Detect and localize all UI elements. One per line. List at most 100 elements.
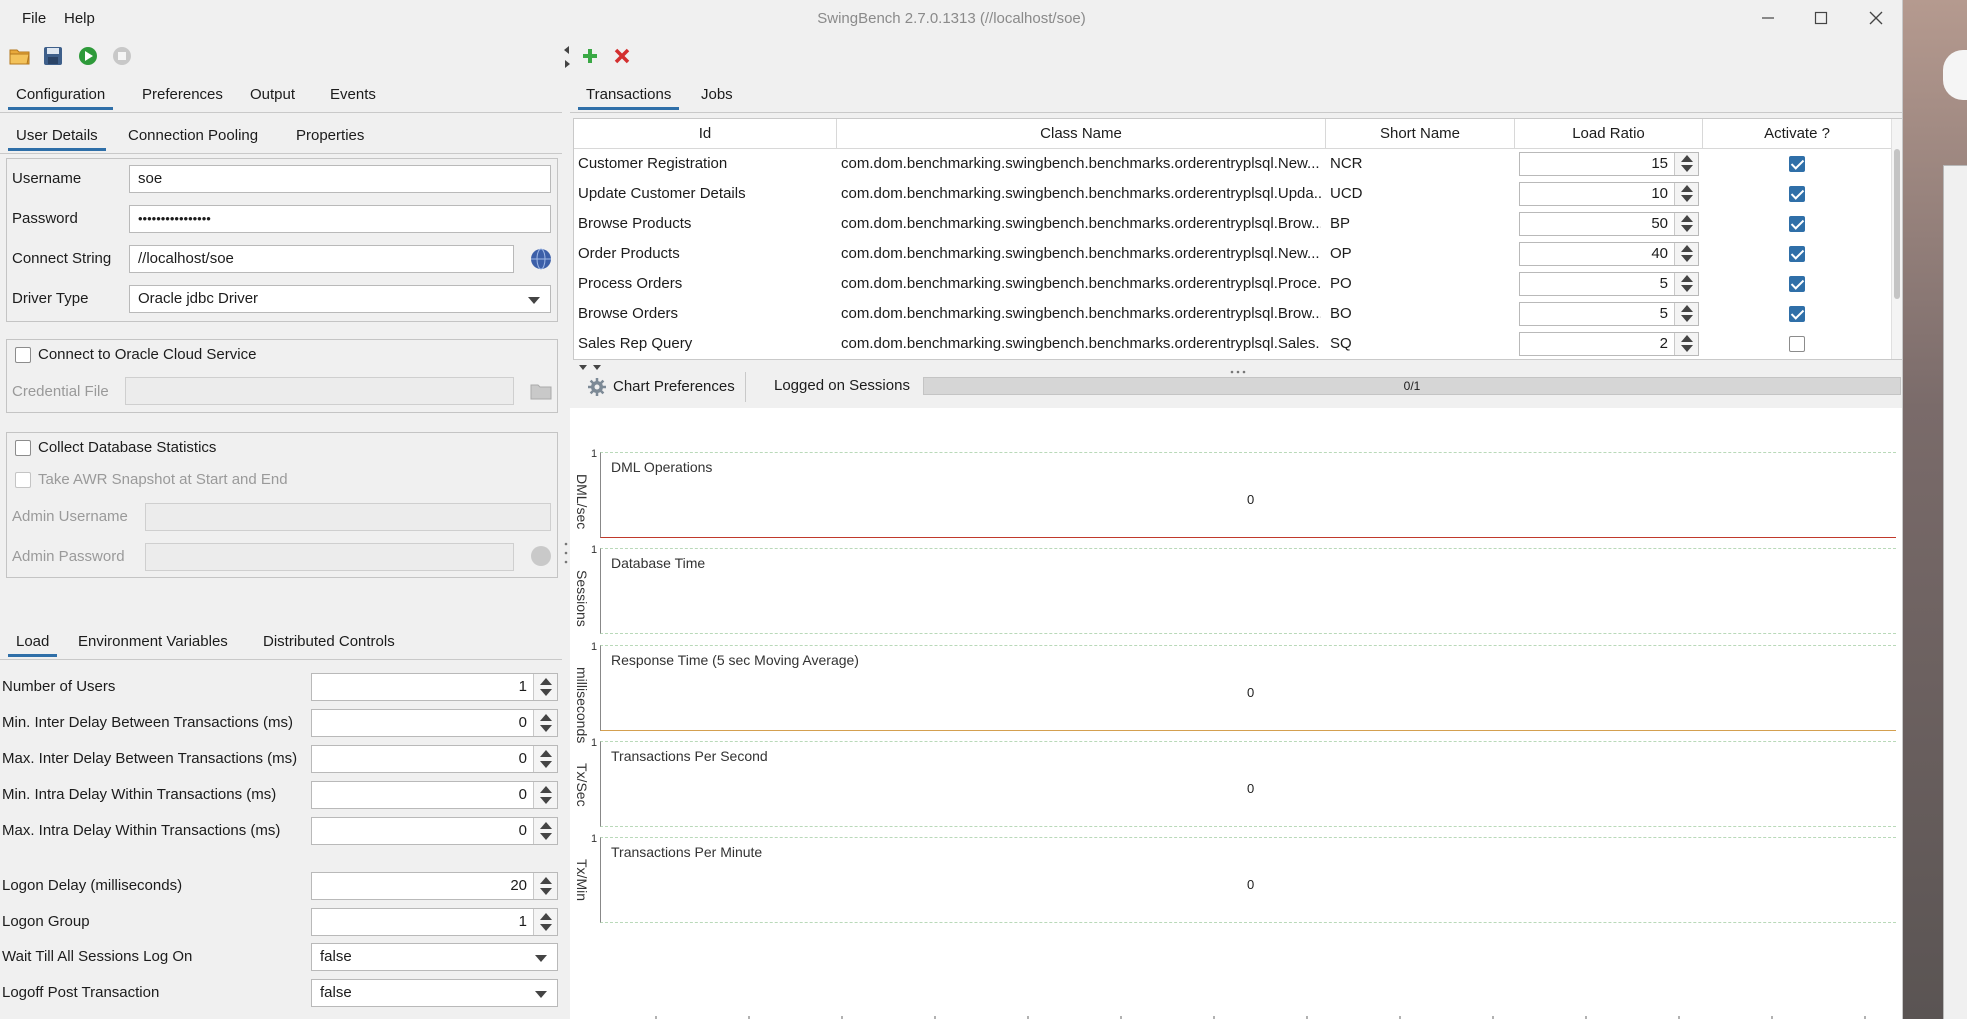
- column-header-activate[interactable]: Activate ?: [1703, 119, 1892, 149]
- driver-type-select[interactable]: Oracle jdbc Driver: [129, 285, 551, 313]
- password-field[interactable]: ••••••••••••••••: [129, 205, 551, 233]
- globe-icon[interactable]: [530, 248, 552, 270]
- vertical-splitter[interactable]: [564, 540, 568, 566]
- spinner-arrows-icon[interactable]: [533, 909, 557, 935]
- menu-help[interactable]: Help: [60, 8, 99, 29]
- activate-checkbox[interactable]: [1789, 276, 1805, 292]
- load-ratio-spinner[interactable]: 15: [1519, 152, 1699, 176]
- logon-delay-value: 20: [510, 877, 527, 894]
- table-row[interactable]: Update Customer Details com.dom.benchmark…: [574, 179, 1891, 209]
- spinner-arrows-icon[interactable]: [1674, 213, 1698, 235]
- connect-string-field[interactable]: //localhost/soe: [129, 245, 514, 273]
- tab-connection-pooling[interactable]: Connection Pooling: [120, 121, 266, 151]
- chart-value-label: 0: [1247, 877, 1255, 892]
- load-setting-spinner[interactable]: 0: [311, 745, 558, 773]
- load-setting-spinner[interactable]: 1: [311, 673, 558, 701]
- save-icon[interactable]: [41, 44, 65, 68]
- transactions-table: Id Class Name Short Name Load Ratio Acti…: [573, 118, 1902, 360]
- username-field[interactable]: soe: [129, 165, 551, 193]
- menu-file[interactable]: File: [18, 8, 50, 29]
- load-ratio-spinner[interactable]: 5: [1519, 272, 1699, 296]
- chart-preferences-button[interactable]: Chart Preferences: [578, 372, 746, 402]
- collect-stats-checkbox[interactable]: [15, 440, 31, 456]
- activate-checkbox[interactable]: [1789, 156, 1805, 172]
- spinner-arrows-icon[interactable]: [1674, 273, 1698, 295]
- load-ratio-spinner[interactable]: 5: [1519, 302, 1699, 326]
- wait-sessions-select[interactable]: false: [311, 943, 558, 971]
- logoff-select[interactable]: false: [311, 979, 558, 1007]
- activate-checkbox[interactable]: [1789, 216, 1805, 232]
- admin-password-field[interactable]: [145, 543, 514, 571]
- table-row[interactable]: Browse Orders com.dom.benchmarking.swingb…: [574, 299, 1891, 329]
- spinner-arrows-icon[interactable]: [533, 818, 557, 844]
- table-row[interactable]: Customer Registration com.dom.benchmarkin…: [574, 149, 1891, 179]
- add-icon[interactable]: [578, 44, 602, 68]
- table-row[interactable]: Process Orders com.dom.benchmarking.swing…: [574, 269, 1891, 299]
- collapse-arrows-icon[interactable]: [577, 360, 607, 370]
- credential-file-field[interactable]: [125, 377, 514, 405]
- maximize-icon[interactable]: [1798, 2, 1844, 34]
- table-row[interactable]: Order Products com.dom.benchmarking.swing…: [574, 239, 1891, 269]
- tab-distributed-controls[interactable]: Distributed Controls: [255, 627, 403, 657]
- right-tab-divider: [570, 112, 1902, 113]
- load-ratio-spinner[interactable]: 40: [1519, 242, 1699, 266]
- load-setting-spinner[interactable]: 0: [311, 709, 558, 737]
- delete-icon[interactable]: [610, 44, 634, 68]
- load-setting-spinner[interactable]: 0: [311, 817, 558, 845]
- open-folder-icon[interactable]: [8, 44, 32, 68]
- spinner-arrows-icon[interactable]: [1674, 333, 1698, 355]
- globe-icon[interactable]: [530, 545, 552, 567]
- activate-checkbox[interactable]: [1789, 186, 1805, 202]
- load-ratio-spinner[interactable]: 10: [1519, 182, 1699, 206]
- logon-group-spinner[interactable]: 1: [311, 908, 558, 936]
- scrollbar-thumb[interactable]: [1894, 149, 1900, 299]
- tab-transactions[interactable]: Transactions: [578, 80, 680, 110]
- tab-environment-variables[interactable]: Environment Variables: [70, 627, 236, 657]
- tab-jobs[interactable]: Jobs: [693, 80, 741, 110]
- tab-output[interactable]: Output: [242, 80, 303, 110]
- horizontal-splitter[interactable]: [1228, 362, 1248, 374]
- load-ratio-spinner[interactable]: 50: [1519, 212, 1699, 236]
- chart-title: DML Operations: [611, 459, 713, 475]
- spinner-arrows-icon[interactable]: [533, 746, 557, 772]
- close-icon[interactable]: [1853, 2, 1899, 34]
- stop-icon[interactable]: [110, 44, 134, 68]
- logon-delay-spinner[interactable]: 20: [311, 872, 558, 900]
- table-row[interactable]: Sales Rep Query com.dom.benchmarking.swin…: [574, 329, 1891, 359]
- column-header-ratio[interactable]: Load Ratio: [1515, 119, 1703, 149]
- start-icon[interactable]: [76, 44, 100, 68]
- spinner-arrows-icon[interactable]: [533, 873, 557, 899]
- spinner-arrows-icon[interactable]: [1674, 153, 1698, 175]
- tab-preferences[interactable]: Preferences: [134, 80, 231, 110]
- activate-checkbox[interactable]: [1789, 306, 1805, 322]
- column-header-class[interactable]: Class Name: [837, 119, 1326, 149]
- awr-snapshot-checkbox[interactable]: [15, 472, 31, 488]
- spinner-arrows-icon[interactable]: [533, 674, 557, 700]
- split-arrows-icon[interactable]: [563, 44, 571, 70]
- tab-events[interactable]: Events: [322, 80, 384, 110]
- spinner-arrows-icon[interactable]: [533, 782, 557, 808]
- spinner-arrows-icon[interactable]: [1674, 183, 1698, 205]
- spinner-arrows-icon[interactable]: [1674, 243, 1698, 265]
- load-setting-spinner[interactable]: 0: [311, 781, 558, 809]
- tab-user-details[interactable]: User Details: [8, 121, 106, 151]
- admin-username-field[interactable]: [145, 503, 551, 531]
- spinner-arrows-icon[interactable]: [1674, 303, 1698, 325]
- column-header-id[interactable]: Id: [574, 119, 837, 149]
- column-header-short[interactable]: Short Name: [1326, 119, 1515, 149]
- activate-checkbox[interactable]: [1789, 246, 1805, 262]
- cloud-service-checkbox[interactable]: [15, 347, 31, 363]
- table-scrollbar[interactable]: [1891, 119, 1902, 359]
- minimize-icon[interactable]: [1745, 2, 1791, 34]
- short-name-cell: BP: [1330, 215, 1351, 232]
- spinner-arrows-icon[interactable]: [533, 710, 557, 736]
- tab-properties[interactable]: Properties: [288, 121, 372, 151]
- activate-checkbox[interactable]: [1789, 336, 1805, 352]
- table-row[interactable]: Browse Products com.dom.benchmarking.swin…: [574, 209, 1891, 239]
- tab-load[interactable]: Load: [8, 627, 58, 657]
- folder-icon[interactable]: [530, 381, 552, 401]
- load-ratio-spinner[interactable]: 2: [1519, 332, 1699, 356]
- tab-configuration[interactable]: Configuration: [8, 80, 114, 110]
- logon-group-label: Logon Group: [2, 913, 90, 930]
- load-ratio-value: 5: [1659, 305, 1668, 322]
